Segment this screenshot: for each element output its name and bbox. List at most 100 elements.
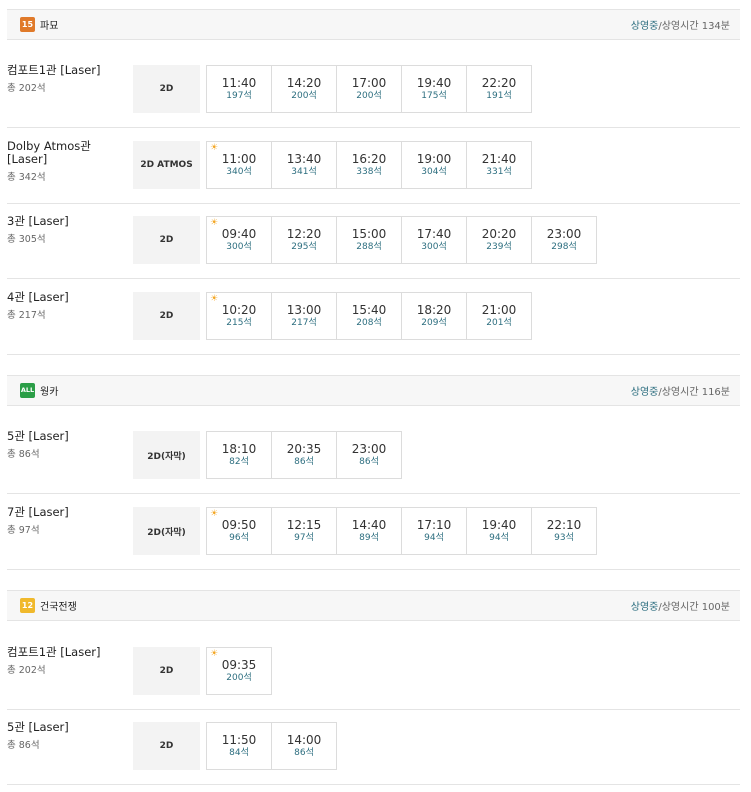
sun-icon: ☀: [210, 294, 219, 304]
age-rating-icon: 12: [20, 598, 35, 613]
showtime-time: 20:35: [286, 442, 322, 456]
showtime-slot[interactable]: 15:00 288석: [336, 216, 402, 264]
remaining-seats: 300석: [421, 242, 447, 252]
movie-title-group[interactable]: 12 건국전쟁: [20, 598, 77, 613]
showtime-time: 12:20: [286, 227, 322, 241]
showtime-time: 11:40: [221, 76, 257, 90]
remaining-seats: 175석: [421, 91, 447, 101]
showtime-slot[interactable]: 23:00 86석: [336, 431, 402, 479]
remaining-seats: 86석: [294, 457, 314, 467]
hall-info: 7관 [Laser] 총 97석: [7, 506, 132, 537]
movie-title[interactable]: 웡카: [40, 383, 58, 398]
showtime-slot[interactable]: 16:20 338석: [336, 141, 402, 189]
showtime-slot[interactable]: ☀ 09:35 200석: [206, 647, 272, 695]
showtime-time: 22:10: [546, 518, 582, 532]
showtime-time: 15:40: [351, 303, 387, 317]
remaining-seats: 97석: [294, 533, 314, 543]
runtime-label: /상영시간 100분: [658, 602, 730, 613]
showtime-slot[interactable]: ☀ 11:00 340석: [206, 141, 272, 189]
showtime-slot[interactable]: 11:50 84석: [206, 722, 272, 770]
runtime-label: /상영시간 134분: [658, 21, 730, 32]
movie-meta: 상영중/상영시간 134분: [631, 17, 730, 32]
hall-row: Dolby Atmos관 [Laser] 총 342석 2D ATMOS ☀ 11:00…: [7, 128, 740, 204]
showtime-time: 23:00: [546, 227, 582, 241]
movie-title[interactable]: 건국전쟁: [40, 598, 77, 613]
showtime-slot[interactable]: 13:40 341석: [271, 141, 337, 189]
showtime-time: 10:20: [221, 303, 257, 317]
showtime-time: 13:40: [286, 152, 322, 166]
showtime-slot[interactable]: 20:35 86석: [271, 431, 337, 479]
hall-info: 5관 [Laser] 총 86석: [7, 430, 132, 461]
showtime-slot[interactable]: 17:40 300석: [401, 216, 467, 264]
showtime-slot[interactable]: 20:20 239석: [466, 216, 532, 264]
remaining-seats: 94석: [489, 533, 509, 543]
showtime-slot[interactable]: 15:40 208석: [336, 292, 402, 340]
remaining-seats: 209석: [421, 318, 447, 328]
showtime-slot[interactable]: 14:40 89석: [336, 507, 402, 555]
showtime-list: ☀ 09:50 96석 12:15 97석 14:40 89석 17:10 94석 19:40 94…: [206, 507, 597, 555]
hall-info: 5관 [Laser] 총 86석: [7, 721, 132, 752]
hall-total-seats: 총 202석: [7, 83, 46, 94]
hall-total-seats: 총 86석: [7, 740, 40, 751]
showtime-time: 14:40: [351, 518, 387, 532]
hall-name: Dolby Atmos관 [Laser]: [7, 139, 91, 166]
showtime-slot[interactable]: 21:00 201석: [466, 292, 532, 340]
showtime-time: 14:00: [286, 733, 322, 747]
screening-status: 상영중: [630, 602, 659, 613]
showtime-slot[interactable]: 11:40 197석: [206, 65, 272, 113]
showtime-slot[interactable]: 22:20 191석: [466, 65, 532, 113]
screening-status: 상영중: [630, 21, 659, 32]
showtime-slot[interactable]: 23:00 298석: [531, 216, 597, 264]
showtime-slot[interactable]: 12:20 295석: [271, 216, 337, 264]
showtime-slot[interactable]: ☀ 09:40 300석: [206, 216, 272, 264]
showtime-time: 23:00: [351, 442, 387, 456]
sun-icon: ☀: [210, 218, 219, 228]
hall-name: 3관 [Laser]: [7, 214, 69, 228]
remaining-seats: 86석: [294, 748, 314, 758]
showtime-slot[interactable]: 13:00 217석: [271, 292, 337, 340]
age-rating-icon: ALL: [20, 383, 35, 398]
movie-title-group[interactable]: 15 파묘: [20, 17, 58, 32]
screen-format-badge: 2D: [133, 647, 200, 695]
showtime-slot[interactable]: 12:15 97석: [271, 507, 337, 555]
showtime-slot[interactable]: 18:10 82석: [206, 431, 272, 479]
showtime-time: 19:00: [416, 152, 452, 166]
screening-status: 상영중: [630, 387, 659, 398]
hall-name: 4관 [Laser]: [7, 290, 69, 304]
showtime-slot[interactable]: ☀ 10:20 215석: [206, 292, 272, 340]
movie-title[interactable]: 파묘: [40, 17, 58, 32]
showtime-time: 18:10: [221, 442, 257, 456]
hall-row: 5관 [Laser] 총 86석 2D(자막) 18:10 82석 20:35 86석 23:…: [7, 418, 740, 494]
remaining-seats: 191석: [486, 91, 512, 101]
hall-total-seats: 총 305석: [7, 234, 46, 245]
showtime-slot[interactable]: 21:40 331석: [466, 141, 532, 189]
hall-total-seats: 총 202석: [7, 665, 46, 676]
hall-info: 컴포트1관 [Laser] 총 202석: [7, 63, 132, 95]
showtime-time: 17:10: [416, 518, 452, 532]
remaining-seats: 200석: [226, 673, 252, 683]
remaining-seats: 298석: [551, 242, 577, 252]
showtime-slot[interactable]: 14:00 86석: [271, 722, 337, 770]
showtime-slot[interactable]: ☀ 09:50 96석: [206, 507, 272, 555]
hall-name: 컴포트1관 [Laser]: [7, 63, 101, 77]
showtime-slot[interactable]: 19:40 94석: [466, 507, 532, 555]
movie-title-group[interactable]: ALL 웡카: [20, 383, 58, 398]
showtime-slot[interactable]: 17:10 94석: [401, 507, 467, 555]
remaining-seats: 89석: [359, 533, 379, 543]
showtime-slot[interactable]: 17:00 200석: [336, 65, 402, 113]
movie-meta: 상영중/상영시간 116분: [631, 383, 730, 398]
movie-header: 15 파묘 상영중/상영시간 134분: [7, 9, 740, 40]
showtime-slot[interactable]: 22:10 93석: [531, 507, 597, 555]
hall-name: 컴포트1관 [Laser]: [7, 645, 101, 659]
showtime-time: 12:15: [286, 518, 322, 532]
showtime-time: 16:20: [351, 152, 387, 166]
showtime-slot[interactable]: 19:40 175석: [401, 65, 467, 113]
remaining-seats: 208석: [356, 318, 382, 328]
showtime-time: 14:20: [286, 76, 322, 90]
remaining-seats: 215석: [226, 318, 252, 328]
showtime-slot[interactable]: 19:00 304석: [401, 141, 467, 189]
showtime-slot[interactable]: 14:20 200석: [271, 65, 337, 113]
screen-format-badge: 2D: [133, 216, 200, 264]
showtime-slot[interactable]: 18:20 209석: [401, 292, 467, 340]
showtime-time: 19:40: [416, 76, 452, 90]
